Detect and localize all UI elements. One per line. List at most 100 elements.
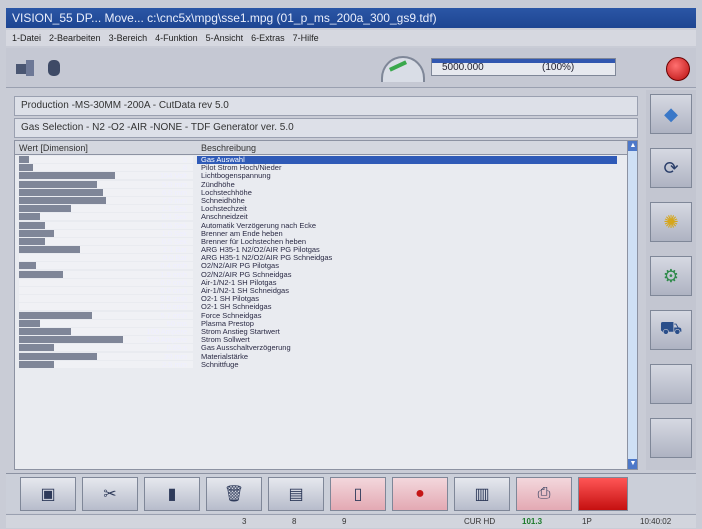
window-title: VISION_55 DP... Move... c:\cnc5x\mpg\sse… — [6, 8, 696, 28]
blank-button-2[interactable] — [650, 418, 692, 458]
value-cell[interactable]: 7.0 mm — [19, 196, 193, 204]
cart-icon[interactable]: ⛟ — [650, 310, 692, 350]
value-bar — [19, 213, 40, 221]
value-bar — [19, 164, 33, 172]
table-row[interactable]: 0.0 cmh Air-1/N2-1 SH Pilotgas — [15, 278, 625, 287]
table-row[interactable]: 5.7 cmh Force Schneidgas — [15, 311, 625, 320]
tools-icon[interactable]: ✂ — [82, 477, 138, 511]
value-cell[interactable]: 5.0 mm — [19, 180, 193, 188]
close-red[interactable] — [578, 477, 628, 511]
scroll-up-icon[interactable]: ▲ — [628, 141, 637, 151]
table-row[interactable]: 6.0 mm Lochstechhöhe — [15, 188, 625, 197]
value-cell[interactable]: 100 Ampere — [19, 327, 193, 335]
status-misc: 1P — [582, 517, 592, 526]
status-bar: 3 8 9 CUR HD 101.3 1P 10:40:02 — [6, 514, 696, 528]
menu-bar: 1-Datei 2-Bearbeiten 3-Bereich 4-Funktio… — [6, 30, 696, 46]
value-cell[interactable]: 5 — [19, 156, 193, 164]
table-row[interactable]: 7.0 mm Schneidhöhe — [15, 196, 625, 205]
menu-funktion[interactable]: 4-Funktion — [155, 30, 198, 46]
table-row[interactable]: 1.9 cmh O2/N2/AIR PG Schneidgas — [15, 270, 625, 279]
pressure-gauge-icon — [381, 56, 425, 82]
table-row[interactable]: 200 Ampere Strom Sollwert — [15, 336, 625, 344]
value-cell[interactable]: 30 mm — [19, 352, 193, 360]
table-row[interactable]: 5 Gas Auswahl — [15, 156, 625, 164]
value-cell[interactable]: 2.5 mm — [19, 360, 193, 368]
table-row[interactable]: 5.0 mm Zündhöhe — [15, 180, 625, 189]
table-row[interactable]: 0.1 Sek Anschneidzeit — [15, 213, 625, 221]
table-row[interactable]: 0.65 s Gas Ausschaltverzögerung — [15, 344, 625, 352]
status-field-2: 8 — [292, 517, 297, 526]
table-row[interactable]: 8 Pilot Strom Hoch/Nieder — [15, 164, 625, 172]
status-value: 101.3 — [522, 517, 543, 526]
value-cell[interactable]: 0.0 cmh — [19, 278, 193, 286]
menu-datei[interactable]: 1-Datei — [12, 30, 41, 46]
value-bar — [19, 311, 93, 319]
conveyor-icon[interactable]: ⟳ — [650, 148, 692, 188]
table-scrollbar[interactable]: ▲ ▼ — [627, 141, 637, 469]
value-cell[interactable]: 0.4 cmh — [19, 262, 193, 270]
table-row[interactable]: 0.0 cmh Air-1/N2-1 SH Schneidgas — [15, 287, 625, 295]
table-row[interactable]: 100 Ampere Strom Anstieg Startwert — [15, 327, 625, 336]
value-cell[interactable]: 0.5 Sek — [19, 237, 193, 245]
menu-extras[interactable]: 6-Extras — [251, 30, 285, 46]
table-row[interactable]: 0.0 Bar ARG H35-1 N2/O2/AIR PG Schneidgas — [15, 254, 625, 262]
side-panel: ◆ ⟳ ✺ ⚙ ⛟ — [646, 90, 696, 470]
value-bar — [19, 344, 54, 352]
value-cell[interactable]: 1.9 cmh — [19, 270, 193, 278]
page-icon[interactable]: ▯ — [330, 477, 386, 511]
value-cell[interactable]: 0.65 s — [19, 344, 193, 352]
value-cell[interactable]: 6.0 mm — [19, 188, 193, 196]
gas-selection-info: Gas Selection - N2 -O2 -AIR -NONE - TDF … — [14, 118, 638, 138]
value-text: 0.1 Sek — [161, 212, 187, 222]
table-row[interactable]: 1.0 Sek Brenner am Ende heben — [15, 229, 625, 238]
machine-icon[interactable]: ⚙ — [650, 256, 692, 296]
value-bar — [19, 352, 98, 360]
value-cell[interactable]: 154 Volt — [19, 172, 193, 180]
value-cell[interactable]: 0.5 Sek — [19, 221, 193, 229]
emergency-stop-button[interactable] — [666, 57, 690, 81]
table-row[interactable]: 30 mm Materialstärke — [15, 352, 625, 361]
value-cell[interactable]: 50 ms — [19, 319, 193, 327]
value-bar — [19, 336, 124, 344]
table-row[interactable]: 1.1 Sek Lochstechzeit — [15, 205, 625, 213]
table-row[interactable]: 0.5 Sek Automatik Verzögerung nach Ecke — [15, 221, 625, 230]
table-row[interactable]: 0.5 Sek Brenner für Lochstechen heben — [15, 237, 625, 246]
print-icon[interactable]: ⎙ — [516, 477, 572, 511]
menu-bearbeiten[interactable]: 2-Bearbeiten — [49, 30, 101, 46]
menu-bereich[interactable]: 3-Bereich — [109, 30, 148, 46]
scroll-down-icon[interactable]: ▼ — [628, 459, 637, 469]
table-row[interactable]: 2.5 mm Schnittfuge — [15, 360, 625, 369]
value-cell[interactable]: 0.0 cmh — [19, 303, 193, 311]
table-row[interactable]: 0.0 cmh O2-1 SH Schneidgas — [15, 303, 625, 311]
cylinder-icon[interactable] — [42, 56, 66, 80]
delete-icon[interactable]: 🗑 — [206, 477, 262, 511]
app-window: VISION_55 DP... Move... c:\cnc5x\mpg\sse… — [0, 0, 702, 529]
menu-hilfe[interactable]: 7-Hilfe — [293, 30, 319, 46]
table-row[interactable]: 154 Volt Lichtbogenspannung — [15, 172, 625, 180]
menu-ansicht[interactable]: 5-Ansicht — [206, 30, 244, 46]
folder-icon[interactable]: ▣ — [20, 477, 76, 511]
status-mode: CUR HD — [464, 517, 496, 526]
navigate-icon[interactable]: ◆ — [650, 94, 692, 134]
machine-head-icon[interactable] — [14, 56, 38, 80]
value-cell[interactable]: 2.1 Bar — [19, 246, 193, 254]
table-header: Wert [Dimension] Beschreibung — [15, 141, 637, 155]
table-row[interactable]: 0.0 cmh O2-1 SH Pilotgas — [15, 295, 625, 303]
value-bar — [19, 246, 80, 254]
table-row[interactable]: 50 ms Plasma Prestop — [15, 319, 625, 328]
value-cell[interactable]: 0.0 cmh — [19, 287, 193, 295]
trash-icon[interactable]: ▮ — [144, 477, 200, 511]
value-bar — [19, 221, 46, 229]
value-bar — [19, 270, 63, 278]
blank-button[interactable] — [650, 364, 692, 404]
document-icon[interactable]: ▤ — [268, 477, 324, 511]
toolbar: 5000.000 (100%) — [6, 48, 696, 88]
sparkle-icon[interactable]: ✺ — [650, 202, 692, 242]
value-cell[interactable]: 5.7 cmh — [19, 311, 193, 319]
book-icon[interactable]: ▥ — [454, 477, 510, 511]
table-row[interactable]: 0.4 cmh O2/N2/AIR PG Pilotgas — [15, 262, 625, 270]
record-icon[interactable]: ● — [392, 477, 448, 511]
status-time: 10:40:02 — [640, 517, 672, 526]
value-cell[interactable]: 1.0 Sek — [19, 229, 193, 237]
value-cell[interactable]: 0.1 Sek — [19, 212, 193, 222]
